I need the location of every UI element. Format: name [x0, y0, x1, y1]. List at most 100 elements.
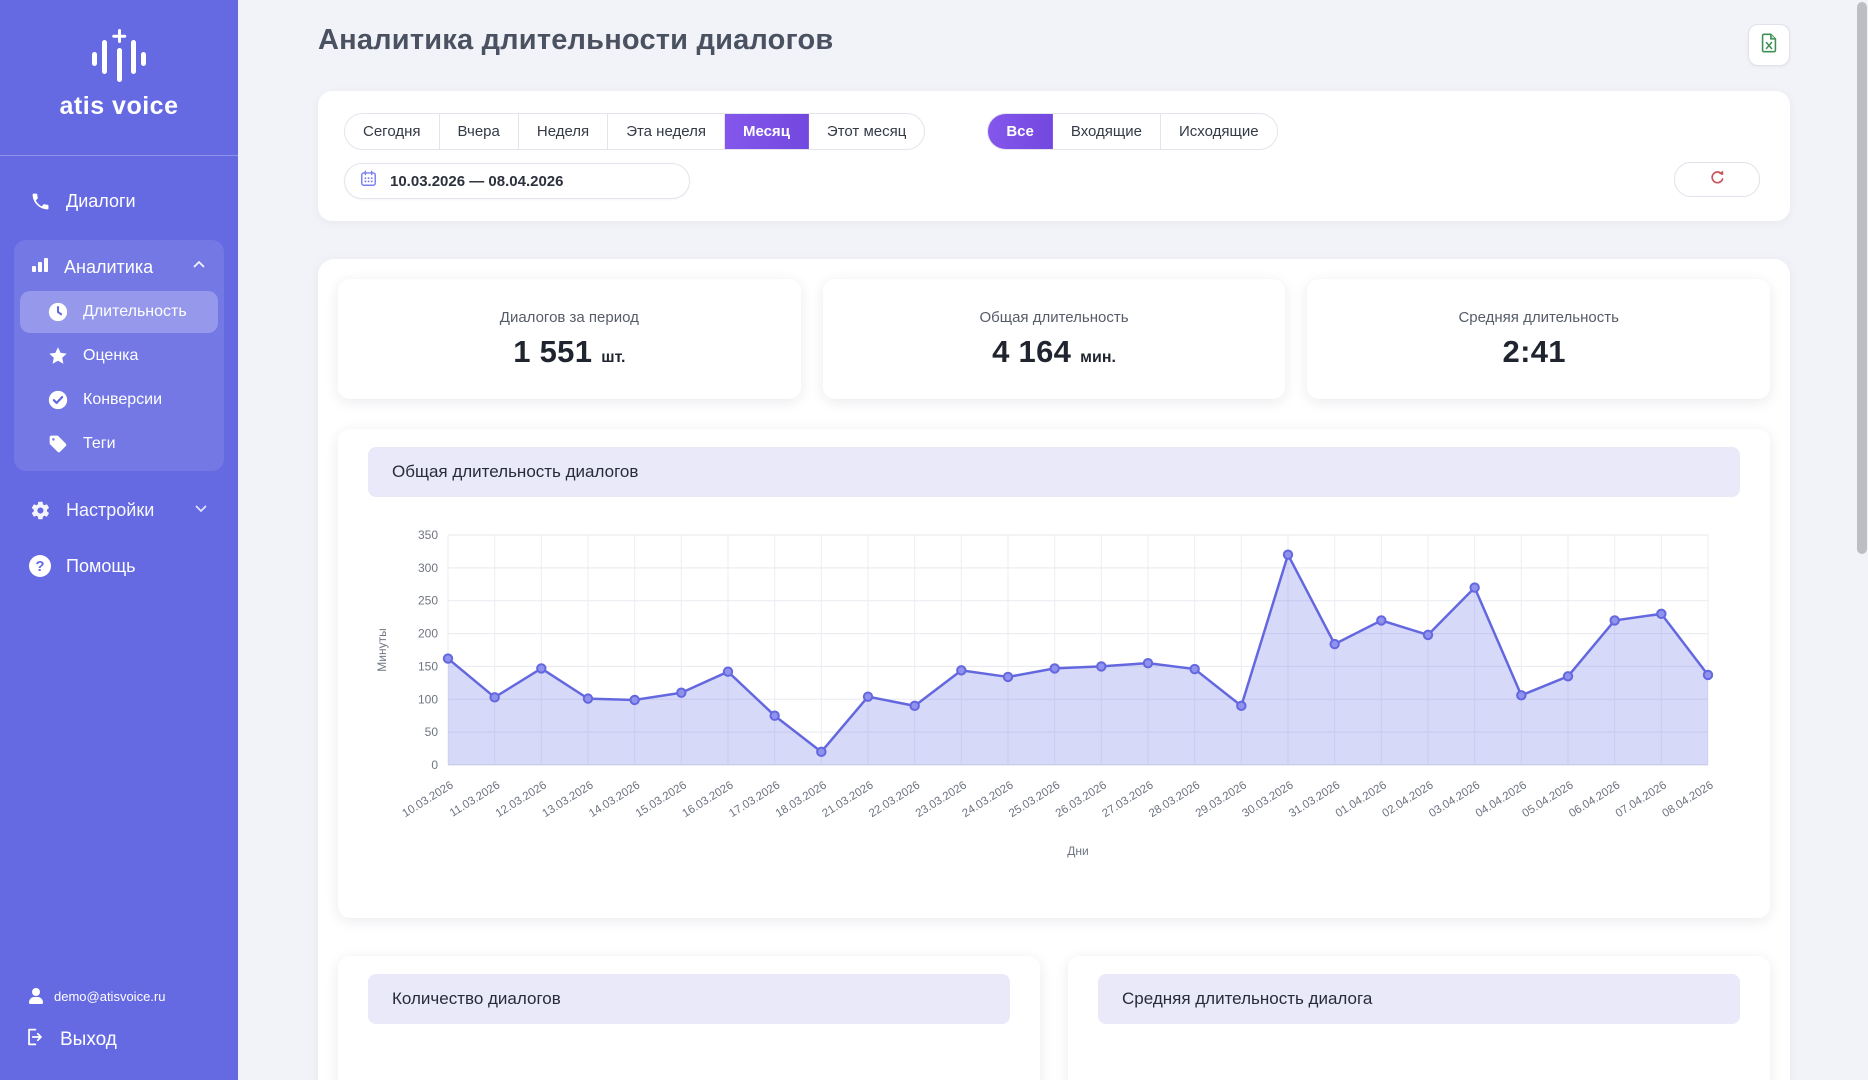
- audio-waveform-icon: [92, 26, 146, 82]
- svg-text:11.03.2026: 11.03.2026: [448, 779, 502, 819]
- chart-title-banner: Количество диалогов: [368, 974, 1010, 1024]
- phone-icon: [28, 189, 52, 213]
- brand-name: atis voice: [60, 92, 179, 121]
- tab-all[interactable]: Все: [988, 114, 1053, 149]
- tab-week[interactable]: Неделя: [519, 114, 608, 149]
- stat-label: Диалогов за период: [500, 309, 639, 326]
- export-excel-button[interactable]: [1748, 24, 1790, 66]
- total-duration-chart-card: Общая длительность диалогов 050100150200…: [338, 429, 1770, 918]
- svg-text:17.03.2026: 17.03.2026: [727, 779, 782, 820]
- chart-title-banner: Средняя длительность диалога: [1098, 974, 1740, 1024]
- gear-icon: [28, 498, 52, 522]
- tab-outgoing[interactable]: Исходящие: [1161, 114, 1277, 149]
- refresh-button[interactable]: [1674, 162, 1760, 197]
- sidebar-item-label: Аналитика: [64, 257, 153, 278]
- date-range-input[interactable]: 10.03.2026 — 08.04.2026: [344, 163, 690, 199]
- svg-text:100: 100: [418, 692, 438, 706]
- avg-duration-chart-card: Средняя длительность диалога: [1068, 956, 1770, 1080]
- sidebar-item-duration[interactable]: Длительность: [20, 291, 218, 333]
- svg-text:08.04.2026: 08.04.2026: [1660, 779, 1715, 820]
- tab-this-week[interactable]: Эта неделя: [608, 114, 725, 149]
- sidebar-item-conversions[interactable]: Конверсии: [20, 379, 218, 421]
- sidebar-item-label: Настройки: [66, 500, 154, 521]
- svg-text:31.03.2026: 31.03.2026: [1287, 779, 1342, 820]
- stat-value: 4 164: [992, 334, 1071, 370]
- svg-text:05.04.2026: 05.04.2026: [1520, 779, 1575, 820]
- sidebar-item-dialogs[interactable]: Диалоги: [14, 178, 224, 224]
- chevron-up-icon: [190, 256, 208, 279]
- svg-text:07.04.2026: 07.04.2026: [1614, 779, 1669, 820]
- main-content: Аналитика длительности диалогов Сегодня …: [238, 0, 1868, 1080]
- chevron-down-icon: [192, 499, 210, 522]
- user-icon: [28, 988, 44, 1004]
- user-email: demo@atisvoice.ru: [54, 989, 165, 1004]
- svg-text:12.03.2026: 12.03.2026: [494, 779, 549, 820]
- stat-suffix: мин.: [1080, 349, 1116, 367]
- stat-value: 1 551: [513, 334, 592, 370]
- bar-chart-icon: [30, 255, 50, 280]
- svg-text:16.03.2026: 16.03.2026: [680, 779, 735, 820]
- chart-title-banner: Общая длительность диалогов: [368, 447, 1740, 497]
- svg-text:300: 300: [418, 561, 438, 575]
- sidebar-item-label: Помощь: [66, 556, 136, 577]
- svg-text:Дни: Дни: [1067, 844, 1088, 858]
- svg-text:200: 200: [418, 627, 438, 641]
- svg-text:23.03.2026: 23.03.2026: [914, 779, 969, 820]
- star-icon: [46, 344, 70, 368]
- brand-logo: atis voice: [0, 0, 238, 141]
- clock-icon: [46, 300, 70, 324]
- sidebar-subitem-label: Конверсии: [83, 391, 162, 409]
- svg-text:25.03.2026: 25.03.2026: [1007, 779, 1062, 820]
- sidebar-subitem-label: Оценка: [83, 347, 138, 365]
- svg-text:02.04.2026: 02.04.2026: [1380, 779, 1435, 820]
- user-account: demo@atisvoice.ru: [22, 980, 216, 1012]
- stat-label: Средняя длительность: [1458, 309, 1618, 326]
- svg-text:15.03.2026: 15.03.2026: [634, 779, 689, 820]
- vertical-scrollbar[interactable]: [1857, 2, 1867, 554]
- sign-out-icon: [24, 1026, 46, 1054]
- question-circle-icon: ?: [28, 554, 52, 578]
- filters-panel: Сегодня Вчера Неделя Эта неделя Месяц Эт…: [318, 91, 1790, 221]
- sidebar-subitem-label: Длительность: [83, 303, 187, 321]
- tag-icon: [46, 432, 70, 456]
- logout-button[interactable]: Выход: [22, 1012, 216, 1054]
- svg-text:13.03.2026: 13.03.2026: [540, 779, 595, 820]
- svg-text:10.03.2026: 10.03.2026: [400, 779, 455, 820]
- logout-label: Выход: [60, 1029, 117, 1051]
- svg-text:350: 350: [418, 528, 438, 542]
- excel-file-icon: [1758, 32, 1780, 59]
- svg-text:28.03.2026: 28.03.2026: [1147, 779, 1202, 820]
- stat-card-total-duration: Общая длительность 4 164 мин.: [823, 279, 1286, 399]
- tab-yesterday[interactable]: Вчера: [440, 114, 519, 149]
- stat-value: 2:41: [1503, 334, 1566, 370]
- tab-this-month[interactable]: Этот месяц: [809, 114, 924, 149]
- svg-text:27.03.2026: 27.03.2026: [1100, 779, 1155, 820]
- tab-today[interactable]: Сегодня: [345, 114, 440, 149]
- tab-month[interactable]: Месяц: [725, 114, 809, 149]
- svg-text:Минуты: Минуты: [375, 628, 389, 671]
- sidebar-item-help[interactable]: ? Помощь: [14, 543, 224, 589]
- svg-text:14.03.2026: 14.03.2026: [587, 779, 642, 820]
- period-tabs: Сегодня Вчера Неделя Эта неделя Месяц Эт…: [344, 113, 925, 150]
- svg-text:30.03.2026: 30.03.2026: [1240, 779, 1295, 820]
- sidebar-item-rating[interactable]: Оценка: [20, 335, 218, 377]
- svg-text:24.03.2026: 24.03.2026: [960, 779, 1015, 820]
- sidebar: atis voice Диалоги Аналитика: [0, 0, 238, 1080]
- stat-suffix: шт.: [601, 349, 625, 367]
- total-duration-chart: 05010015020025030035010.03.202611.03.202…: [368, 521, 1740, 898]
- stat-card-avg-duration: Средняя длительность 2:41: [1307, 279, 1770, 399]
- svg-text:0: 0: [431, 758, 438, 772]
- refresh-icon: [1708, 168, 1727, 192]
- stat-label: Общая длительность: [979, 309, 1128, 326]
- sidebar-item-analytics[interactable]: Аналитика: [20, 246, 218, 289]
- svg-text:29.03.2026: 29.03.2026: [1194, 779, 1249, 820]
- check-circle-icon: [46, 388, 70, 412]
- svg-text:03.04.2026: 03.04.2026: [1427, 779, 1482, 820]
- svg-text:26.03.2026: 26.03.2026: [1054, 779, 1109, 820]
- tab-incoming[interactable]: Входящие: [1053, 114, 1161, 149]
- svg-text:50: 50: [425, 725, 439, 739]
- sidebar-item-settings[interactable]: Настройки: [14, 487, 224, 533]
- svg-text:18.03.2026: 18.03.2026: [774, 779, 829, 820]
- svg-text:22.03.2026: 22.03.2026: [867, 779, 922, 820]
- sidebar-item-tags[interactable]: Теги: [20, 423, 218, 465]
